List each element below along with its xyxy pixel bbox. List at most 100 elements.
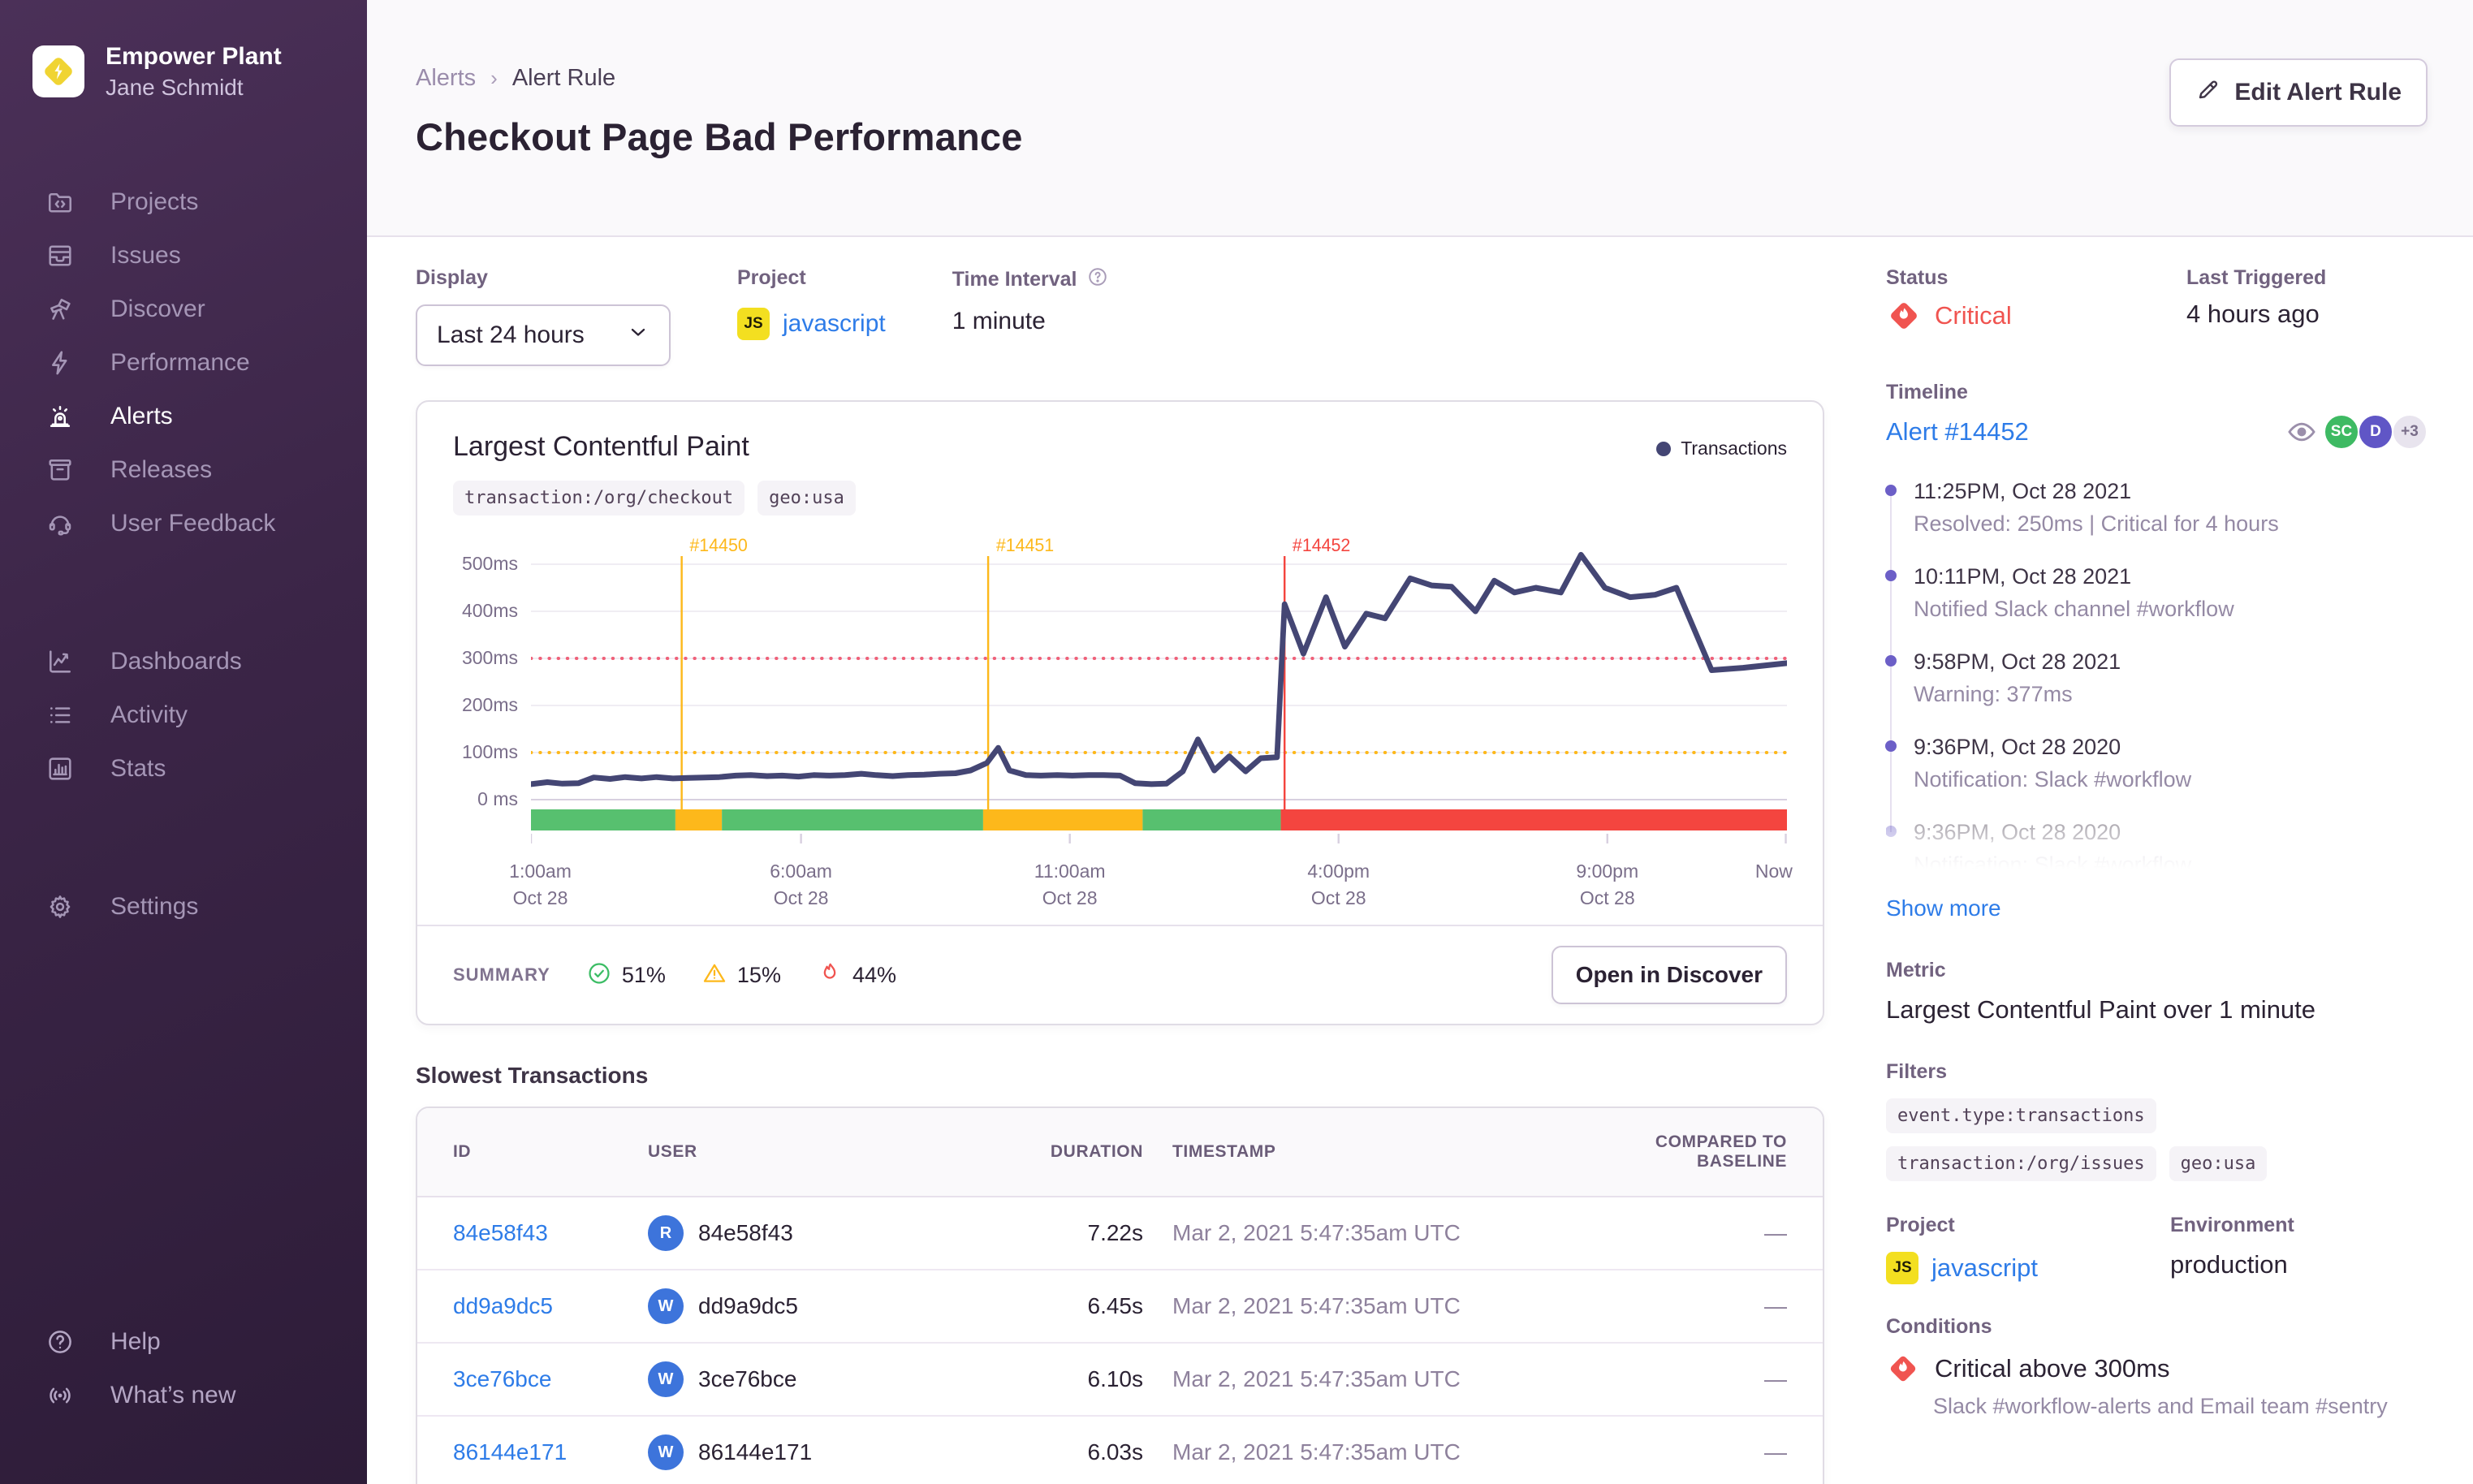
- transactions-table: ID USER DURATION TIMESTAMP COMPARED TO BASEL…: [416, 1107, 1824, 1484]
- detail-project-label: Project: [1886, 1214, 1955, 1236]
- sidebar-item-settings[interactable]: Settings: [0, 880, 367, 934]
- question-circle-icon[interactable]: [1087, 266, 1108, 293]
- sidebar-nav: Projects Issues Discover Performance Alerts R…: [0, 175, 367, 934]
- activity-icon: [45, 701, 75, 730]
- sidebar-item-label: Discover: [110, 296, 205, 322]
- page-header: Alerts › Alert Rule Checkout Page Bad Pe…: [367, 0, 2473, 237]
- summary-percentage: 15%: [736, 962, 781, 987]
- table-row: 84e58f43 R 84e58f43 7.22s Mar 2, 2021 5:47:3…: [417, 1197, 1823, 1270]
- open-in-discover-button[interactable]: Open in Discover: [1551, 946, 1787, 1004]
- transaction-id-link[interactable]: dd9a9dc5: [453, 1293, 648, 1319]
- transaction-id-link[interactable]: 84e58f43: [453, 1220, 648, 1246]
- warning-triangle-icon: [701, 960, 727, 990]
- timeline-bullet-icon: [1885, 740, 1897, 752]
- lcp-chart-panel: Largest Contentful Paint transaction:/or…: [416, 400, 1824, 1025]
- table-column-header: COMPARED TO BASELINE: [1655, 1132, 1787, 1171]
- table-row: 3ce76bce W 3ce76bce 6.10s Mar 2, 2021 5:47:3…: [417, 1344, 1823, 1417]
- transaction-timestamp: Mar 2, 2021 5:47:35am UTC: [1172, 1293, 1461, 1318]
- sidebar-item-discover[interactable]: Discover: [0, 283, 367, 336]
- sidebar-item-issues[interactable]: Issues: [0, 229, 367, 283]
- sidebar-item-activity[interactable]: Activity: [0, 688, 367, 742]
- user-name: 84e58f43: [698, 1220, 793, 1245]
- transaction-id-link[interactable]: 3ce76bce: [453, 1366, 648, 1392]
- transaction-duration: 6.10s: [1087, 1366, 1144, 1391]
- sidebar-item-stats[interactable]: Stats: [0, 742, 367, 796]
- x-axis-tick-label: 11:00am Oct 28: [1034, 861, 1106, 908]
- sidebar-item-releases[interactable]: Releases: [0, 443, 367, 497]
- display-range-dropdown[interactable]: Last 24 hours: [416, 304, 671, 366]
- transaction-duration: 6.45s: [1087, 1293, 1144, 1318]
- conditions-label: Conditions: [1886, 1315, 1992, 1338]
- chevron-down-icon: [627, 321, 650, 350]
- filters-label: Filters: [1886, 1060, 1948, 1083]
- alert-link[interactable]: Alert #14452: [1886, 417, 2029, 446]
- critical-diamond-icon: [1886, 298, 1922, 334]
- sidebar-item-label: Activity: [110, 701, 188, 728]
- sidebar-item-alerts[interactable]: Alerts: [0, 390, 367, 443]
- transaction-timestamp: Mar 2, 2021 5:47:35am UTC: [1172, 1220, 1461, 1245]
- org-name: Empower Plant: [106, 43, 282, 70]
- timeline-label: Timeline: [1886, 381, 1968, 403]
- environment-value: production: [2170, 1250, 2288, 1279]
- filter-pill: event.type:transactions: [1886, 1098, 2156, 1133]
- filter-pills: event.type:transactions transaction:/org/…: [1886, 1098, 2428, 1181]
- edit-alert-rule-button[interactable]: Edit Alert Rule: [2169, 58, 2428, 127]
- avatar[interactable]: SC: [2324, 414, 2359, 450]
- timeline-item-date: 9:36PM, Oct 28 2020: [1914, 735, 2121, 759]
- projects-icon: [45, 188, 75, 217]
- transaction-baseline: —: [1764, 1439, 1787, 1465]
- sidebar-item-label: Alerts: [110, 403, 173, 429]
- metric-label: Metric: [1886, 959, 1946, 981]
- nav-group-primary: Projects Issues Discover Performance Alerts R…: [0, 175, 367, 550]
- timeline-item: 9:36PM, Oct 28 2020 Notification: Slack #…: [1885, 820, 2428, 878]
- help-icon: [45, 1327, 75, 1357]
- condition-description: Slack #workflow-alerts and Email team #s…: [1933, 1394, 2388, 1418]
- last-triggered-label: Last Triggered: [2186, 266, 2327, 289]
- svg-text:#14452: #14452: [1293, 535, 1350, 555]
- y-axis-tick-label: 100ms: [461, 741, 518, 762]
- project-link[interactable]: javascript: [783, 310, 886, 338]
- x-axis-tick-label: 4:00pm Oct 28: [1307, 861, 1370, 908]
- sidebar-item-help[interactable]: Help: [0, 1315, 367, 1369]
- transaction-duration: 7.22s: [1087, 1220, 1144, 1245]
- summary-percentage: 51%: [621, 962, 666, 987]
- transaction-id-link[interactable]: 86144e171: [453, 1439, 648, 1465]
- sidebar: Empower Plant Jane Schmidt Projects Issue…: [0, 0, 367, 1484]
- y-axis-tick-label: 500ms: [461, 553, 518, 574]
- detail-project-link[interactable]: javascript: [1931, 1253, 2038, 1283]
- javascript-platform-icon: JS: [1886, 1252, 1918, 1284]
- sidebar-item-performance[interactable]: Performance: [0, 336, 367, 390]
- timeline-item-description: Resolved: 250ms | Critical for 4 hours: [1914, 511, 2279, 536]
- timeline-item-description: Notification: Slack #workflow: [1914, 852, 2192, 877]
- transaction-user: W 86144e171: [648, 1434, 1029, 1470]
- table-column-header: DURATION: [1050, 1142, 1143, 1161]
- timeline-item: 9:58PM, Oct 28 2021 Warning: 377ms: [1885, 649, 2428, 707]
- sidebar-item-label: Issues: [110, 242, 181, 269]
- pencil-icon: [2195, 76, 2221, 109]
- show-more-link[interactable]: Show more: [1886, 895, 2001, 921]
- avatar[interactable]: +3: [2392, 414, 2428, 450]
- sidebar-item-projects[interactable]: Projects: [0, 175, 367, 229]
- timeline-item-description: Warning: 377ms: [1914, 682, 2073, 706]
- sidebar-item-label: Performance: [110, 349, 250, 376]
- summary-badges: 51% 15% 44%: [586, 960, 932, 990]
- avatar[interactable]: D: [2358, 414, 2393, 450]
- alerts-icon: [45, 402, 75, 431]
- timeline-bullet-icon: [1885, 826, 1897, 837]
- chart-title: Largest Contentful Paint: [453, 431, 749, 462]
- org-switcher[interactable]: Empower Plant Jane Schmidt: [0, 0, 367, 101]
- sidebar-item-user-feedback[interactable]: User Feedback: [0, 497, 367, 550]
- metric-value: Largest Contentful Paint over 1 minute: [1886, 995, 2316, 1024]
- transaction-user: R 84e58f43: [648, 1215, 1029, 1251]
- sidebar-item-whats-new[interactable]: What’s new: [0, 1369, 367, 1422]
- sidebar-item-label: Dashboards: [110, 648, 242, 675]
- sidebar-item-dashboards[interactable]: Dashboards: [0, 635, 367, 688]
- breadcrumb-alerts[interactable]: Alerts: [416, 65, 476, 92]
- summary-badge: 15%: [701, 960, 781, 990]
- performance-icon: [45, 348, 75, 377]
- feedback-icon: [45, 509, 75, 538]
- table-row: dd9a9dc5 Wdd9a9dc5 6.45s Mar 2, 2021 5:47:3…: [417, 1270, 1823, 1344]
- sidebar-item-label: User Feedback: [110, 510, 276, 537]
- timeline-item: 11:25PM, Oct 28 2021 Resolved: 250ms | Cr…: [1885, 479, 2428, 537]
- dashboards-icon: [45, 647, 75, 676]
